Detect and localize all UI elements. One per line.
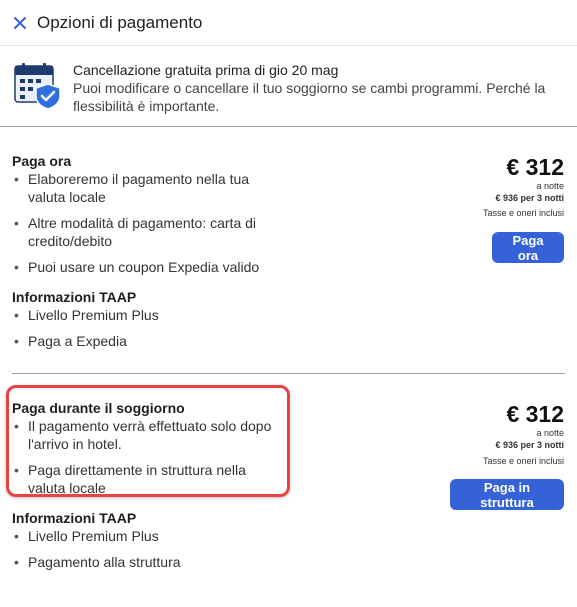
pay-later-total: € 936 per 3 notti	[495, 440, 564, 450]
pay-at-property-button[interactable]: Paga in struttura	[450, 479, 564, 510]
list-item: Livello Premium Plus	[12, 306, 262, 324]
list-item: Paga a Expedia	[12, 332, 262, 350]
pay-now-bullets: Elaboreremo il pagamento nella tua valut…	[12, 170, 262, 284]
list-item: Puoi usare un coupon Expedia valido	[12, 258, 262, 276]
pay-now-total: € 936 per 3 notti	[495, 193, 564, 203]
pay-later-title: Paga durante il soggiorno	[12, 400, 185, 416]
pay-now-title: Paga ora	[12, 153, 72, 169]
pay-later-per-night: a notte	[536, 428, 564, 438]
list-item: Elaboreremo il pagamento nella tua valut…	[12, 170, 262, 206]
pay-now-taxes: Tasse e oneri inclusi	[482, 208, 564, 218]
pay-later-info-bullets: Livello Premium Plus Pagamento alla stru…	[12, 527, 262, 579]
pay-now-button[interactable]: Paga ora	[492, 232, 564, 263]
list-item: Livello Premium Plus	[12, 527, 262, 545]
list-item: Altre modalità di pagamento: carta di cr…	[12, 214, 262, 250]
list-item: Paga direttamente in struttura nella val…	[12, 461, 282, 497]
pay-now-price: € 312	[506, 154, 564, 180]
dialog-header: Opzioni di pagamento	[0, 0, 577, 46]
pay-later-info-title: Informazioni TAAP	[12, 510, 137, 526]
dialog-title: Opzioni di pagamento	[37, 13, 203, 32]
section-divider	[12, 373, 565, 374]
list-item: Pagamento alla struttura	[12, 553, 262, 571]
close-icon[interactable]	[12, 15, 28, 31]
calendar-shield-icon	[14, 63, 61, 110]
pay-now-info-bullets: Livello Premium Plus Paga a Expedia	[12, 306, 262, 358]
pay-later-bullets: Il pagamento verrà effettuato solo dopo …	[12, 417, 282, 505]
list-item: Il pagamento verrà effettuato solo dopo …	[12, 417, 282, 453]
banner-text: Puoi modificare o cancellare il tuo sogg…	[73, 80, 546, 114]
pay-later-price: € 312	[506, 401, 564, 427]
pay-now-per-night: a notte	[536, 181, 564, 191]
pay-later-taxes: Tasse e oneri inclusi	[482, 456, 564, 466]
pay-now-info-title: Informazioni TAAP	[12, 289, 137, 305]
banner-title: Cancellazione gratuita prima di gio 20 m…	[73, 62, 339, 78]
